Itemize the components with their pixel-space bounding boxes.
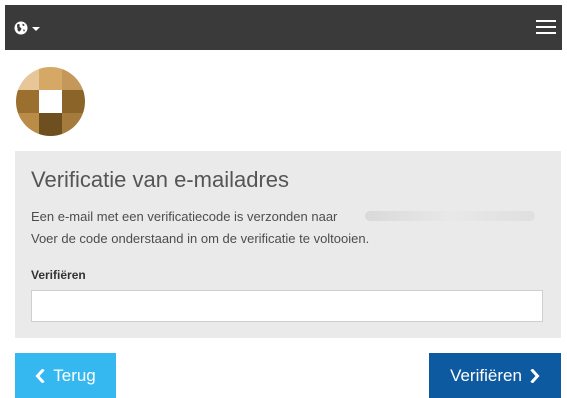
hamburger-icon[interactable] (536, 19, 556, 35)
hamburger-line (536, 32, 556, 34)
logo-mosaic (16, 67, 85, 136)
code-field-label: Verifiëren (31, 268, 86, 282)
chevron-right-icon (530, 368, 540, 383)
verify-button-label: Verifiëren (450, 365, 522, 385)
caret-down-icon (32, 27, 40, 31)
message-line-instructions: Voer de code onderstaand in om de verifi… (31, 231, 370, 246)
page-title: Verificatie van e-mailadres (31, 167, 290, 192)
message-line-sent: Een e-mail met een verificatiecode is ve… (31, 209, 338, 224)
language-selector[interactable] (14, 18, 40, 38)
chevron-left-icon (35, 368, 45, 383)
hamburger-line (536, 20, 556, 22)
redacted-email (365, 211, 535, 221)
verification-panel: Verificatie van e-mailadres Een e-mail m… (15, 151, 561, 338)
verify-button[interactable]: Verifiëren (429, 353, 561, 398)
verification-code-input[interactable] (31, 290, 543, 322)
globe-icon (14, 21, 28, 35)
hamburger-line (536, 26, 556, 28)
top-navbar (5, 5, 562, 50)
back-button[interactable]: Terug (15, 353, 116, 398)
company-logo (16, 67, 85, 136)
back-button-label: Terug (53, 365, 96, 385)
